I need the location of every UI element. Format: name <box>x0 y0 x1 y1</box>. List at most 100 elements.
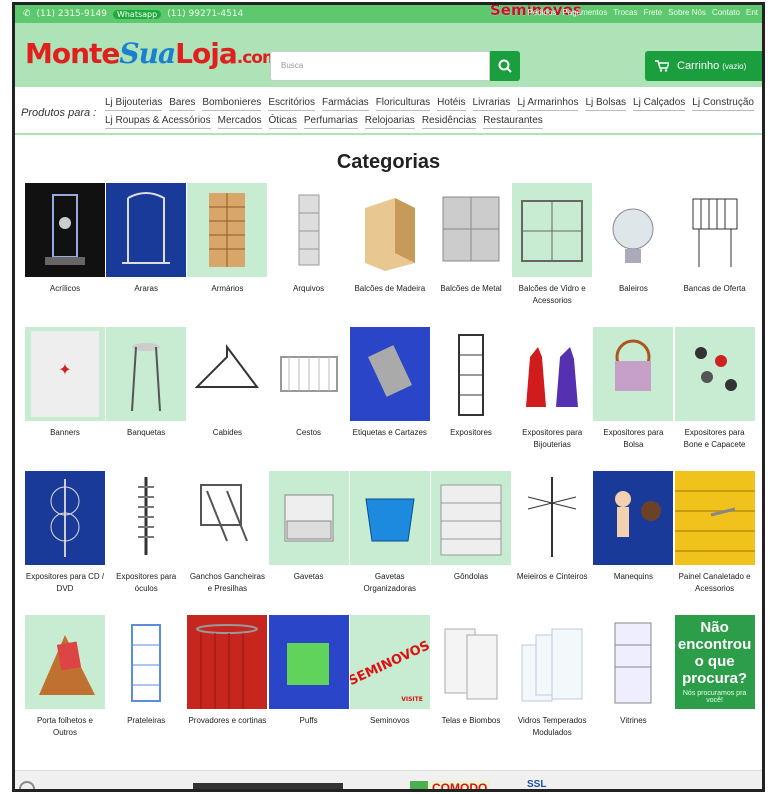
category-tile[interactable]: Expositores para CD / DVD <box>25 471 105 595</box>
category-image[interactable] <box>512 615 593 709</box>
category-label[interactable]: Provadores e cortinas <box>187 715 267 727</box>
top-link[interactable]: Pagamentos <box>562 8 607 17</box>
site-logo[interactable]: MonteSuaLoja.com <box>25 37 280 70</box>
nav-link[interactable]: Livrarias <box>472 97 511 111</box>
category-image[interactable] <box>349 327 430 421</box>
category-tile[interactable]: Acrílicos <box>25 183 105 295</box>
category-label[interactable]: Manequins <box>593 571 673 583</box>
category-tile[interactable]: Cestos <box>268 327 349 439</box>
category-image[interactable]: ✦ <box>25 327 105 421</box>
nav-link[interactable]: Escritórios <box>268 97 315 111</box>
category-image[interactable] <box>187 183 268 277</box>
category-label[interactable]: Banners <box>25 427 105 439</box>
category-label[interactable]: Etiquetas e Cartazes <box>350 427 430 439</box>
category-tile[interactable]: Expositores <box>431 327 511 439</box>
category-image[interactable] <box>268 471 349 565</box>
category-image[interactable] <box>431 183 511 277</box>
category-tile[interactable]: Puffs <box>268 615 349 727</box>
category-label[interactable]: Arquivos <box>269 283 349 295</box>
category-tile[interactable]: Etiquetas e Cartazes <box>349 327 430 439</box>
category-tile[interactable]: Manequins <box>593 471 674 583</box>
category-label[interactable]: Gôndolas <box>431 571 511 583</box>
category-tile[interactable]: Balcões de Madeira <box>349 183 430 295</box>
nav-link[interactable]: Perfumarias <box>303 115 358 129</box>
category-tile[interactable]: Ganchos Gancheiras e Presilhas <box>187 471 268 595</box>
nav-link[interactable]: Lj Armarinhos <box>517 97 579 111</box>
category-tile[interactable]: Meieiros e Cinteiros <box>512 471 593 583</box>
category-label[interactable]: Meieiros e Cinteiros <box>512 571 592 583</box>
nav-link[interactable]: Bombonieres <box>202 97 262 111</box>
category-label[interactable]: Expositores para CD / DVD <box>25 571 105 595</box>
category-tile[interactable]: Gôndolas <box>431 471 511 583</box>
category-image[interactable] <box>512 327 593 421</box>
category-image[interactable] <box>674 327 755 421</box>
category-image[interactable] <box>431 327 511 421</box>
category-image[interactable] <box>106 471 187 565</box>
category-tile[interactable]: Arquivos <box>268 183 349 295</box>
category-image[interactable] <box>431 471 511 565</box>
category-tile[interactable]: Balcões de Metal <box>431 183 511 295</box>
nav-link[interactable]: Lj Bijouterias <box>105 97 163 111</box>
category-image[interactable] <box>593 327 674 421</box>
category-label[interactable]: Gavetas Organizadoras <box>350 571 430 595</box>
category-tile[interactable]: Expositores para óculos <box>106 471 187 595</box>
nav-link[interactable]: Mercados <box>217 115 262 129</box>
category-label[interactable]: Puffs <box>269 715 349 727</box>
category-tile[interactable]: Baleiros <box>593 183 674 295</box>
category-tile[interactable]: ✦ Banners <box>25 327 105 439</box>
category-image[interactable] <box>593 471 674 565</box>
category-label[interactable]: Vitrines <box>593 715 673 727</box>
category-image[interactable]: SEMINOVOS VISITE <box>349 615 430 709</box>
phone-1[interactable]: (11) 2315-9149 <box>37 9 107 19</box>
category-label[interactable]: Balcões de Madeira <box>350 283 430 295</box>
category-label[interactable]: Expositores para Bolsa <box>593 427 673 451</box>
category-image[interactable] <box>431 615 511 709</box>
top-link[interactable]: Ent <box>746 8 758 17</box>
nav-link[interactable]: Lj Calçados <box>633 97 686 111</box>
category-tile[interactable]: Provadores e cortinas <box>187 615 268 727</box>
top-link[interactable]: Contato <box>712 8 740 17</box>
category-label[interactable]: Banquetas <box>106 427 186 439</box>
category-label[interactable]: Araras <box>106 283 186 295</box>
nav-link[interactable]: Lj Roupas & Acessórios <box>105 115 211 129</box>
category-image[interactable] <box>674 471 755 565</box>
nav-link[interactable]: Lj Bolsas <box>585 97 627 111</box>
nav-link[interactable]: Residências <box>421 115 477 129</box>
category-label[interactable]: Seminovos <box>350 715 430 727</box>
category-image[interactable] <box>187 471 268 565</box>
category-tile[interactable]: Telas e Biombos <box>431 615 511 727</box>
category-label[interactable]: Balcões de Vidro e Acessorios <box>512 283 592 307</box>
search-input[interactable]: Busca <box>270 51 490 81</box>
category-image[interactable] <box>25 183 105 277</box>
category-label[interactable]: Prateleiras <box>106 715 186 727</box>
category-label[interactable]: Balcões de Metal <box>431 283 511 295</box>
top-link[interactable]: Pedidos <box>527 8 556 17</box>
category-image[interactable] <box>106 327 187 421</box>
category-image[interactable] <box>593 183 674 277</box>
category-tile[interactable]: Expositores para Bolsa <box>593 327 674 451</box>
category-image[interactable] <box>268 327 349 421</box>
category-label[interactable]: Bancas de Oferta <box>675 283 755 295</box>
category-image[interactable] <box>349 471 430 565</box>
category-tile[interactable]: Gavetas Organizadoras <box>349 471 430 595</box>
category-label[interactable]: Cabides <box>187 427 267 439</box>
category-tile[interactable]: Balcões de Vidro e Acessorios <box>512 183 593 307</box>
search-button[interactable] <box>490 51 520 81</box>
nav-link[interactable]: Lj Construção <box>692 97 754 111</box>
category-image[interactable] <box>25 615 105 709</box>
nav-link[interactable]: Floriculturas <box>375 97 431 111</box>
category-tile[interactable]: Gavetas <box>268 471 349 583</box>
top-link[interactable]: Trocas <box>613 8 637 17</box>
category-image[interactable] <box>512 471 593 565</box>
nav-link[interactable]: Bares <box>169 97 196 111</box>
phone-2[interactable]: (11) 99271-4514 <box>167 9 243 19</box>
nav-link[interactable]: Farmácias <box>322 97 369 111</box>
nav-link[interactable]: Óticas <box>268 115 297 129</box>
category-tile[interactable]: Vidros Temperados Modulados <box>512 615 593 739</box>
category-label[interactable]: Expositores para Bijouterias <box>512 427 592 451</box>
whatsapp-badge[interactable]: Whatsapp <box>112 9 162 19</box>
category-image[interactable] <box>106 615 187 709</box>
category-image[interactable] <box>512 183 593 277</box>
nav-link[interactable]: Hotéis <box>437 97 466 111</box>
category-label[interactable]: Vidros Temperados Modulados <box>512 715 592 739</box>
